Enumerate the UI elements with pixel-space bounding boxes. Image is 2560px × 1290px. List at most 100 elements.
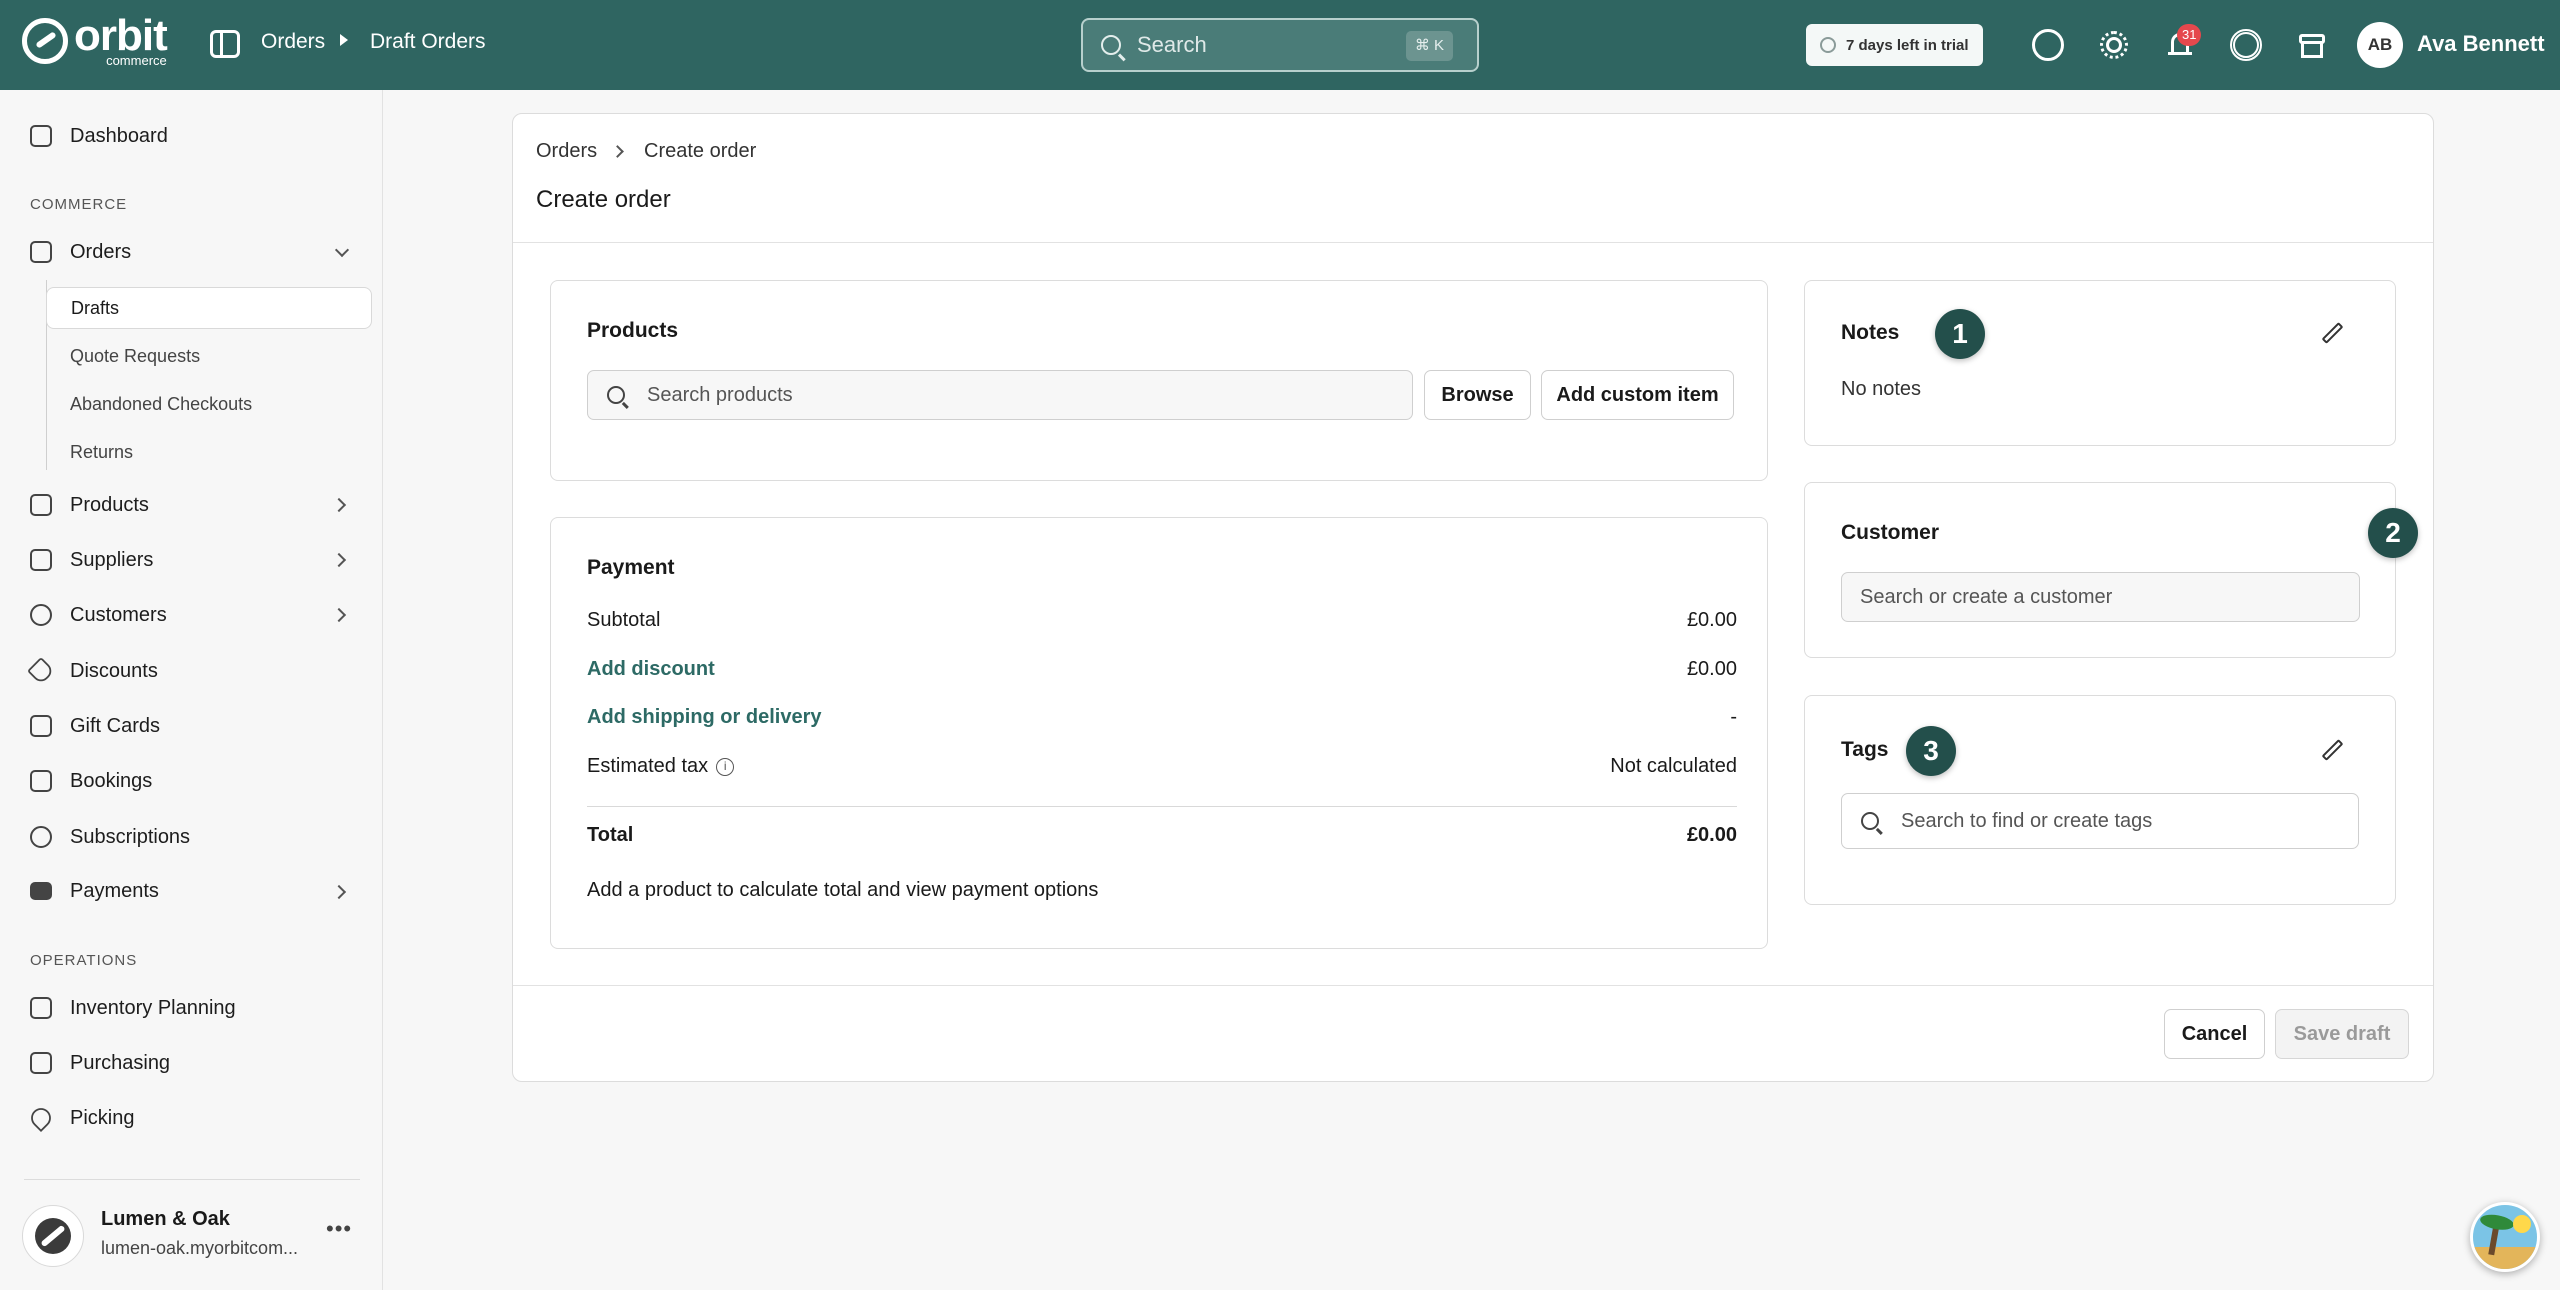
footer-divider bbox=[513, 985, 2433, 986]
sidebar-item-orders[interactable]: Orders bbox=[30, 232, 131, 272]
sidebar-subitem-returns[interactable]: Returns bbox=[46, 431, 372, 473]
sidebar-subitem-drafts[interactable]: Drafts bbox=[46, 287, 372, 329]
add-custom-item-button[interactable]: Add custom item bbox=[1541, 370, 1734, 420]
edit-tags-pencil-icon[interactable] bbox=[2320, 738, 2346, 764]
clipboard-icon bbox=[30, 997, 52, 1019]
product-search-input[interactable]: Search products bbox=[587, 370, 1413, 420]
total-value: £0.00 bbox=[1686, 824, 1737, 846]
sidebar-item-customers[interactable]: Customers bbox=[30, 595, 167, 635]
tags-title: Tags bbox=[1841, 738, 1889, 761]
chevron-right-icon[interactable] bbox=[331, 552, 347, 568]
trial-badge[interactable]: 7 days left in trial bbox=[1806, 24, 1983, 66]
orders-icon bbox=[30, 241, 52, 263]
global-search-placeholder: Search bbox=[1137, 32, 1207, 57]
customer-title: Customer bbox=[1841, 521, 1940, 544]
store-icon[interactable] bbox=[2296, 29, 2328, 61]
products-card: Products Search products Browse Add cust… bbox=[550, 280, 1768, 481]
step-marker-3: 3 bbox=[1906, 726, 1956, 776]
products-title: Products bbox=[587, 319, 679, 342]
add-discount-link[interactable]: Add discount bbox=[587, 658, 715, 680]
package-icon bbox=[30, 1052, 52, 1074]
chevron-right-icon[interactable] bbox=[331, 497, 347, 513]
logo-text: orbit bbox=[74, 11, 168, 60]
sidebar-item-label: Subscriptions bbox=[70, 825, 191, 848]
map-pin-icon bbox=[26, 1103, 56, 1133]
gift-icon bbox=[30, 715, 52, 737]
sidebar-item-label: Dashboard bbox=[70, 124, 168, 147]
add-shipping-link[interactable]: Add shipping or delivery bbox=[587, 706, 821, 728]
sidebar-item-picking[interactable]: Picking bbox=[26, 1098, 134, 1138]
payment-title: Payment bbox=[587, 556, 675, 579]
subtotal-row: Subtotal £0.00 bbox=[587, 609, 1737, 632]
sidebar-item-products[interactable]: Products bbox=[30, 485, 149, 525]
theme-sun-icon[interactable] bbox=[2098, 29, 2130, 61]
search-shortcut-badge: ⌘ K bbox=[1405, 31, 1453, 61]
chevron-right-icon[interactable] bbox=[331, 884, 347, 900]
notification-count-badge: 31 bbox=[2177, 24, 2202, 46]
customer-card: Customer 2 Search or create a customer bbox=[1804, 482, 2418, 658]
calendar-icon bbox=[30, 770, 52, 792]
sidebar-item-label: Products bbox=[70, 493, 149, 516]
page-title: Create order bbox=[536, 186, 671, 213]
customer-search-input[interactable]: Search or create a customer bbox=[1841, 572, 2360, 622]
shipping-row: Add shipping or delivery - bbox=[587, 706, 1737, 729]
notes-card: Notes 1 No notes bbox=[1804, 280, 2396, 446]
feedback-icon[interactable] bbox=[2032, 29, 2064, 61]
sidebar-toggle-icon[interactable] bbox=[210, 30, 240, 58]
top-bar: orbit commerce Orders Draft Orders Searc… bbox=[0, 0, 2560, 90]
tax-row: Estimated tax i Not calculated bbox=[587, 755, 1737, 778]
tags-card: Tags 3 Search to find or create tags bbox=[1804, 695, 2396, 905]
topbar-breadcrumb-orders[interactable]: Orders bbox=[261, 30, 325, 54]
subtotal-label: Subtotal bbox=[587, 609, 661, 631]
notes-value: No notes bbox=[1841, 378, 1922, 400]
sidebar-item-label: Orders bbox=[70, 240, 132, 263]
payment-hint: Add a product to calculate total and vie… bbox=[587, 879, 1099, 901]
chevron-down-icon[interactable] bbox=[334, 242, 350, 258]
discount-row: Add discount £0.00 bbox=[587, 658, 1737, 681]
cancel-button[interactable]: Cancel bbox=[2164, 1009, 2265, 1059]
help-lifebuoy-icon[interactable] bbox=[2230, 29, 2262, 61]
sidebar-item-subscriptions[interactable]: Subscriptions bbox=[30, 817, 190, 857]
credit-card-icon bbox=[30, 882, 52, 900]
assistant-launcher-button[interactable] bbox=[2470, 1202, 2540, 1272]
user-avatar[interactable]: AB bbox=[2357, 22, 2403, 68]
chevron-right-icon[interactable] bbox=[331, 607, 347, 623]
sidebar-subitem-quote-requests[interactable]: Quote Requests bbox=[46, 335, 372, 377]
step-marker-1: 1 bbox=[1935, 309, 1985, 359]
sidebar-item-payments[interactable]: Payments bbox=[30, 871, 159, 911]
global-search-input[interactable]: Search ⌘ K bbox=[1081, 18, 1479, 72]
tag-icon bbox=[26, 656, 56, 686]
store-avatar[interactable] bbox=[22, 1205, 84, 1267]
chevron-right-icon bbox=[611, 145, 624, 158]
breadcrumb-orders[interactable]: Orders bbox=[536, 140, 597, 163]
orbit-logo[interactable]: orbit commerce bbox=[22, 14, 168, 67]
shipping-value: - bbox=[1730, 706, 1737, 728]
info-icon[interactable]: i bbox=[716, 757, 735, 776]
store-name[interactable]: Lumen & Oak bbox=[101, 1208, 230, 1231]
sidebar-item-discounts[interactable]: Discounts bbox=[26, 651, 158, 691]
save-draft-button[interactable]: Save draft bbox=[2275, 1009, 2409, 1059]
sidebar-divider bbox=[24, 1179, 360, 1180]
sidebar-item-bookings[interactable]: Bookings bbox=[30, 761, 152, 801]
sidebar-item-purchasing[interactable]: Purchasing bbox=[30, 1043, 170, 1083]
more-options-icon[interactable]: ••• bbox=[326, 1216, 352, 1242]
browse-button[interactable]: Browse bbox=[1424, 370, 1531, 420]
edit-notes-pencil-icon[interactable] bbox=[2320, 321, 2346, 347]
refresh-icon bbox=[30, 826, 52, 848]
sidebar-item-suppliers[interactable]: Suppliers bbox=[30, 540, 153, 580]
sidebar-item-inventory-planning[interactable]: Inventory Planning bbox=[30, 988, 236, 1028]
search-icon bbox=[1101, 35, 1121, 55]
step-marker-2: 2 bbox=[2368, 508, 2418, 558]
tags-search-placeholder: Search to find or create tags bbox=[1901, 809, 2153, 832]
discount-value: £0.00 bbox=[1686, 658, 1737, 680]
sidebar-item-gift-cards[interactable]: Gift Cards bbox=[30, 706, 160, 746]
tax-label: Estimated tax bbox=[587, 755, 709, 777]
topbar-breadcrumb-draft-orders[interactable]: Draft Orders bbox=[370, 30, 486, 54]
subtotal-value: £0.00 bbox=[1686, 609, 1737, 631]
sidebar-subitem-abandoned-checkouts[interactable]: Abandoned Checkouts bbox=[46, 383, 372, 425]
sidebar-item-label: Purchasing bbox=[70, 1051, 171, 1074]
user-name[interactable]: Ava Bennett bbox=[2417, 31, 2545, 57]
sidebar-item-dashboard[interactable]: Dashboard bbox=[30, 116, 168, 156]
sidebar-item-label: Inventory Planning bbox=[70, 996, 236, 1019]
tags-search-input[interactable]: Search to find or create tags bbox=[1841, 793, 2359, 849]
